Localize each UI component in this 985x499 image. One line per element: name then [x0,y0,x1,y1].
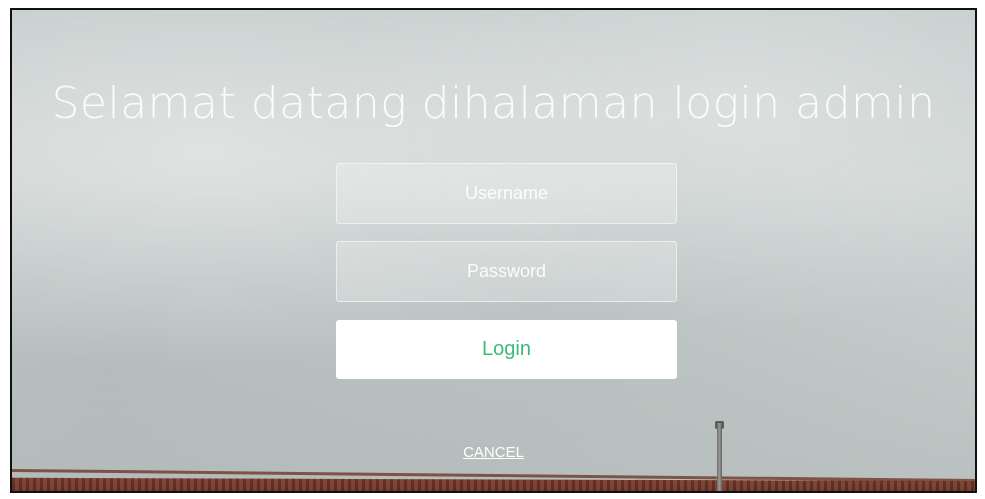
password-input[interactable] [336,241,677,302]
username-input[interactable] [336,163,677,224]
cancel-link[interactable]: CANCEL [463,444,524,461]
login-page: Selamat datang dihalaman login admin Log… [10,8,977,493]
cancel-link-container: CANCEL [12,443,975,463]
page-title: Selamat datang dihalaman login admin [51,78,936,129]
login-button[interactable]: Login [336,320,677,379]
